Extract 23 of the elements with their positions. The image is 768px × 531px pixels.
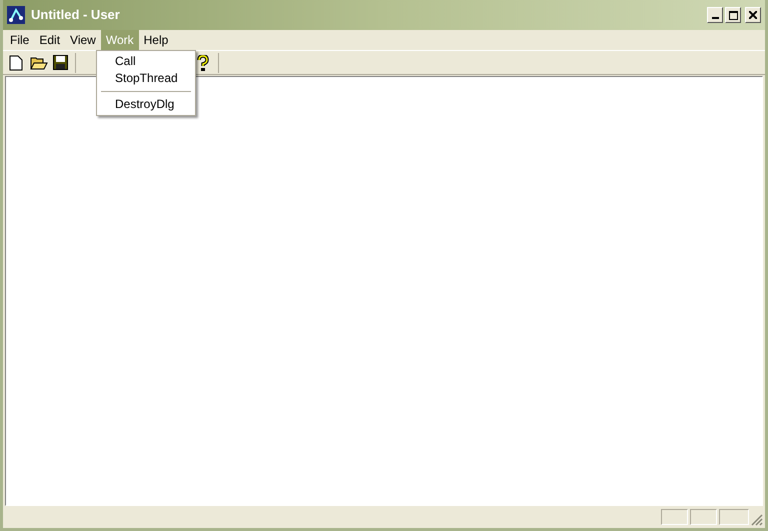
minimize-button[interactable] [707,7,723,23]
new-file-icon[interactable] [9,54,23,70]
status-pane [661,509,688,525]
maximize-icon [728,10,738,20]
menu-item[interactable]: Help [138,30,174,50]
status-pane [690,509,717,525]
app-icon [7,6,25,24]
maximize-button[interactable] [725,7,741,23]
open-folder-icon[interactable] [30,55,48,70]
menu-option[interactable]: DestroyDlg [97,96,195,113]
menu-item[interactable]: File [5,30,34,50]
menu-item[interactable]: View [65,30,101,50]
resize-grip-icon[interactable] [751,514,763,526]
help-icon[interactable] [197,54,209,70]
save-icon[interactable] [53,55,68,70]
minimize-icon [712,17,718,19]
close-icon [749,11,757,19]
menu-option[interactable]: Call [97,53,195,70]
status-pane [719,509,749,525]
window-title: Untitled - User [31,6,121,24]
menu-item[interactable]: Edit [34,30,66,50]
menu-option[interactable]: StopThread [97,70,195,87]
close-button[interactable] [745,7,761,23]
